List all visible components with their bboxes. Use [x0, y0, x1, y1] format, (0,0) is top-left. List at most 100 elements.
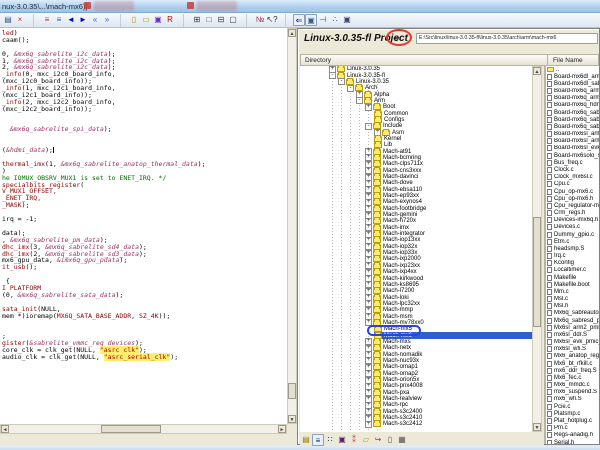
file-list-item[interactable]: .. [546, 66, 599, 73]
outdent-icon[interactable]: « [89, 14, 101, 26]
tree-vertical-scrollbar[interactable]: ▲ ▼ [532, 66, 542, 432]
file-list-item[interactable]: Kconfig [546, 260, 599, 267]
bookmark-clear-icon[interactable]: ≡ [53, 14, 65, 26]
file-list-item[interactable]: Board-mx6q_sabresd.c [546, 123, 599, 130]
file-list-item[interactable]: Makefile.boot [546, 281, 599, 288]
file-list[interactable]: ..Board-mx6dl_arm2.cBoard-mx6dl_sabresd.… [546, 66, 599, 444]
file-list-item[interactable]: mx6_wfi.S [546, 396, 599, 403]
file-list-item[interactable]: Irq.c [546, 252, 599, 259]
background-tab[interactable] [197, 1, 237, 11]
expand-icon[interactable]: + [365, 421, 372, 428]
file-list-item[interactable]: mx6_suspend.S [546, 389, 599, 396]
file-list-item[interactable]: Board-mx6sl_arm2.c [546, 131, 599, 138]
file-list-item[interactable]: Localtimer.c [546, 267, 599, 274]
file-list-item[interactable]: Board-mx6q_arm2.c [546, 88, 599, 95]
editor-vertical-scrollbar[interactable]: ▲ ▼ [287, 28, 297, 424]
new-doc-icon[interactable]: ▯ [384, 434, 396, 446]
back-icon[interactable]: ◄ [65, 14, 77, 26]
file-list-item[interactable]: Regs-anadig.h [546, 432, 599, 439]
shortcut-icon[interactable]: ↪ [372, 434, 384, 446]
numbering-icon[interactable]: № [254, 14, 266, 26]
file-list-item[interactable]: Devices.c [546, 224, 599, 231]
file-list-item[interactable]: Cpu_op-mx6.h [546, 195, 599, 202]
code-line[interactable]: (mxc_i2c2_board_info)); [2, 106, 287, 113]
file-list-item[interactable]: Pm.c [546, 425, 599, 432]
file-list-item[interactable]: mx6sl_ddr.S [546, 331, 599, 338]
file-list-item[interactable]: Mm.c [546, 288, 599, 295]
file-list-item[interactable]: Plat_hotplug.c [546, 417, 599, 424]
scroll-up-button[interactable]: ▲ [288, 29, 296, 37]
code-line[interactable]: audio_clk = clk_get(NULL, "asrc_serial_c… [2, 354, 287, 361]
file-list-item[interactable]: Board-mx6dl_sabresd.c [546, 80, 599, 87]
code-line[interactable] [2, 113, 287, 120]
tree-scroll-down-button[interactable]: ▼ [533, 423, 541, 431]
file-list-item[interactable]: Devices-imx6q.h [546, 217, 599, 224]
code-line[interactable] [2, 133, 287, 140]
project-path-box[interactable]: E:\Src\linux\linux-3.0.35-fl\linux-3.0.3… [416, 33, 598, 44]
editor-horizontal-scrollbar[interactable]: ◄ ► [0, 424, 287, 434]
file-list-item[interactable]: Board-mx6q_sabrelite.c [546, 116, 599, 123]
code-line[interactable]: mem *)ioremap(MX6Q_SATA_BASE_ADDR, SZ_4K… [2, 313, 287, 320]
filename-column-header[interactable]: File Name [553, 57, 583, 64]
file-list-item[interactable]: Board-mx6q_sabreauto.c [546, 109, 599, 116]
file-list-item[interactable]: Clock_mx6sl.c [546, 174, 599, 181]
scroll-down-button[interactable]: ▼ [288, 415, 296, 423]
code-line[interactable]: V_MUX1_OFFSET, [2, 188, 287, 195]
window-full-icon[interactable]: □ [203, 14, 215, 26]
properties-icon[interactable]: ▦ [396, 434, 408, 446]
code-line[interactable]: (&hdmi_data); [2, 147, 287, 154]
forward-icon[interactable]: ► [77, 14, 89, 26]
file-list-item[interactable]: Mx6_mmdc.c [546, 382, 599, 389]
file-list-item[interactable]: Dummy_gpio.c [546, 231, 599, 238]
new-file-icon[interactable]: ▯ [128, 14, 140, 26]
code-line[interactable]: (0, &mx6q_sabrelite_sata_data); [2, 292, 287, 299]
file-list-item[interactable]: Cpu_op-mx6.c [546, 188, 599, 195]
project-window-icon[interactable]: ▣ [305, 14, 317, 26]
code-line[interactable]: thermal_imx(1, &mx6q_sabrelite_anatop_th… [2, 161, 287, 168]
code-line[interactable]: { [2, 278, 287, 285]
reference-icon[interactable]: R [164, 14, 176, 26]
tree-item[interactable]: +Mach-s3c2412 [300, 421, 532, 427]
file-list-item[interactable]: Msl.h [546, 303, 599, 310]
directory-tree[interactable]: +Linux-3.0.35-Linux-3.0.35-fl-Linux-3.0.… [300, 66, 532, 432]
tree-scroll-up-button[interactable]: ▲ [533, 67, 541, 75]
relation-icon[interactable]: ∴ [329, 14, 341, 26]
window-cascade-icon[interactable]: ▢ [227, 14, 239, 26]
indent-icon[interactable]: » [101, 14, 113, 26]
open-project-icon[interactable]: ▱ [360, 434, 372, 446]
file-list-item[interactable]: Msl.c [546, 296, 599, 303]
file-list-item[interactable]: Mx6q_sabresd_pmic_pfuze100.c [546, 317, 599, 324]
code-line[interactable]: &mx6q_sabrelite_spi_data); [2, 126, 287, 133]
file-list-item[interactable]: Mx6_fec.c [546, 374, 599, 381]
file-list-item[interactable]: Board-mx6q_arm2.h [546, 95, 599, 102]
file-list-item[interactable]: Mx6_anatop_regulator.c [546, 353, 599, 360]
code-line[interactable] [2, 271, 287, 278]
window-split-icon[interactable]: ⊟ [215, 14, 227, 26]
code-line[interactable] [2, 319, 287, 326]
panel-icon[interactable]: ▣ [341, 14, 353, 26]
file-sync-icon[interactable]: ▤ [300, 434, 312, 446]
directory-column-header[interactable]: Directory [305, 57, 331, 64]
code-line[interactable]: _MASK); [2, 202, 287, 209]
symbol-book-icon[interactable]: ▣ [152, 14, 164, 26]
code-line[interactable]: it_usb(); [2, 264, 287, 271]
bookmark-set-icon[interactable]: ≡ [41, 14, 53, 26]
file-list-item[interactable]: Board-mx6sl_evk.c [546, 145, 599, 152]
code-line[interactable]: caam(); [2, 37, 287, 44]
code-view[interactable]: led)caam(); 0, &mx6q_sabrelite_i2c_data)… [0, 28, 287, 424]
file-list-item[interactable]: Mx6_bt_rfkill.c [546, 360, 599, 367]
tree-item-content[interactable]: Mach-s3c2412 [373, 421, 532, 427]
replace-icon[interactable]: × [14, 14, 26, 26]
sync-colors-icon[interactable]: ⁑ [348, 434, 360, 446]
file-list-item[interactable]: Board-mx6dl_arm2.c [546, 73, 599, 80]
save-icon[interactable]: ▤ [2, 14, 14, 26]
code-line[interactable] [2, 326, 287, 333]
browse-icon[interactable]: ▣ [336, 434, 348, 446]
context-help-icon[interactable]: ↖? [266, 14, 278, 26]
file-list-item[interactable]: Platsmp.c [546, 410, 599, 417]
code-line[interactable]: irq = -1; [2, 216, 287, 223]
file-list-item[interactable]: mx6_ddr_freq.S [546, 367, 599, 374]
file-list-item[interactable]: Pcie.c [546, 403, 599, 410]
file-list-item[interactable]: Mx6sl_arm2_pmic_pfuze100.c [546, 324, 599, 331]
vertical-scroll-thumb[interactable] [288, 383, 296, 399]
